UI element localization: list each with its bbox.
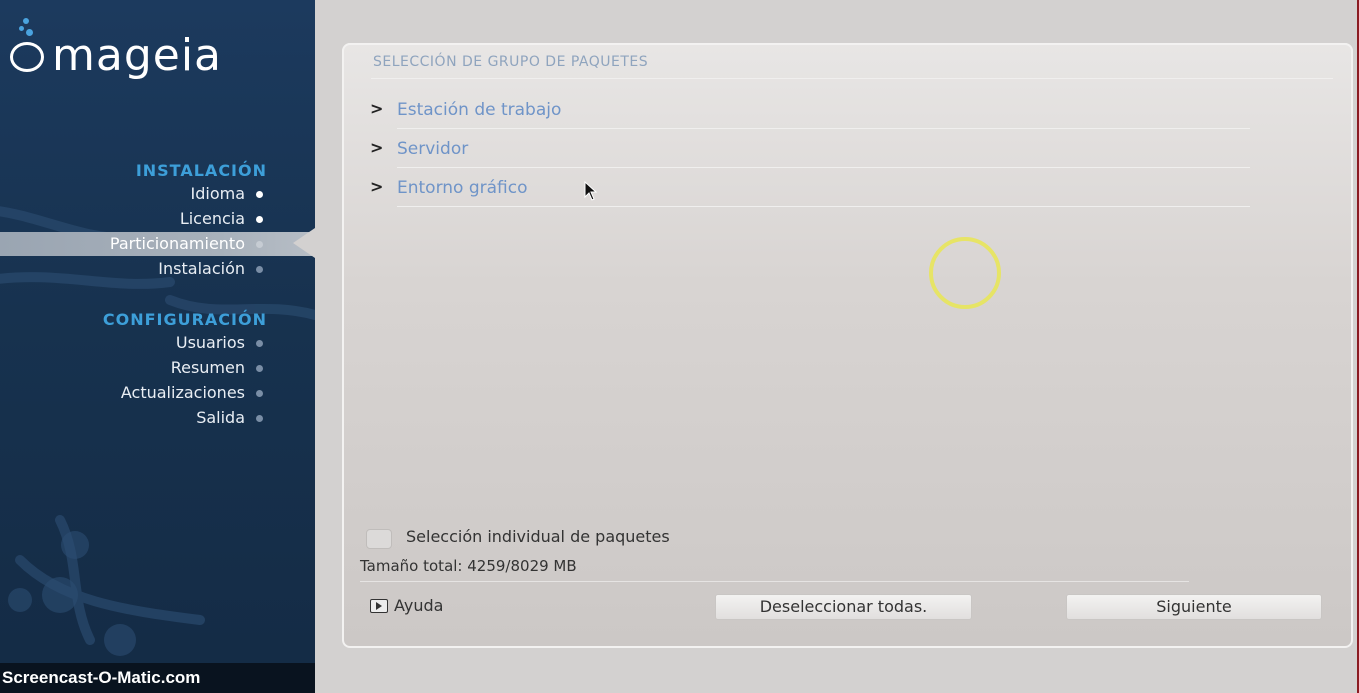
section-title-configuration: CONFIGURACIÓN [102, 310, 267, 329]
individual-selection-label[interactable]: Selección individual de paquetes [406, 527, 670, 546]
play-help-icon[interactable] [370, 599, 388, 613]
logo-text: mageia [52, 30, 223, 81]
mouse-pointer-icon [584, 181, 598, 201]
nav-item-label: Usuarios [175, 333, 245, 352]
group-label[interactable]: Entorno gráfico [397, 178, 528, 198]
nav-item-instalacion: Instalación [0, 257, 315, 281]
step-pending-bullet-icon [256, 415, 263, 422]
sidebar: mageia INSTALACIÓN Idioma Licencia Parti… [0, 0, 315, 693]
step-pending-bullet-icon [256, 340, 263, 347]
group-servidor[interactable]: > Servidor [370, 134, 1250, 174]
nav-item-usuarios: Usuarios [0, 331, 315, 355]
divider [397, 206, 1250, 207]
nav-item-particionamiento: Particionamiento [0, 232, 315, 256]
nav-item-resumen: Resumen [0, 356, 315, 380]
nav-item-label: Salida [196, 408, 245, 427]
expander-arrow-icon[interactable]: > [370, 138, 383, 157]
nav-item-actualizaciones: Actualizaciones [0, 381, 315, 405]
individual-selection-checkbox[interactable] [366, 529, 392, 549]
group-label[interactable]: Servidor [397, 139, 468, 159]
divider [397, 128, 1250, 129]
step-pending-bullet-icon [256, 266, 263, 273]
step-done-bullet-icon [256, 191, 263, 198]
divider [397, 167, 1250, 168]
step-pending-bullet-icon [256, 365, 263, 372]
step-current-bullet-icon [256, 241, 263, 248]
nav-item-label: Particionamiento [109, 234, 245, 253]
active-step-pointer-icon [293, 228, 315, 258]
mageia-logo: mageia [8, 14, 308, 84]
nav-item-licencia: Licencia [0, 207, 315, 231]
step-pending-bullet-icon [256, 390, 263, 397]
nav-item-label: Licencia [179, 209, 245, 228]
section-title-installation: INSTALACIÓN [135, 161, 267, 180]
nav-item-label: Resumen [170, 358, 245, 377]
step-done-bullet-icon [256, 216, 263, 223]
deselect-all-button[interactable]: Deseleccionar todas. [715, 594, 972, 620]
logo-cauldron-icon [10, 42, 44, 72]
divider [371, 78, 1333, 79]
group-estacion-de-trabajo[interactable]: > Estación de trabajo [370, 95, 1250, 135]
next-button[interactable]: Siguiente [1066, 594, 1322, 620]
package-group-panel: SELECCIÓN DE GRUPO DE PAQUETES > Estació… [342, 43, 1353, 648]
group-entorno-grafico[interactable]: > Entorno gráfico [370, 173, 1250, 213]
nav-item-label: Idioma [190, 184, 246, 203]
divider [360, 581, 1189, 582]
nav-item-idioma: Idioma [0, 182, 315, 206]
help-label[interactable]: Ayuda [394, 596, 443, 615]
nav-item-label: Actualizaciones [120, 383, 245, 402]
nav-item-label: Instalación [158, 259, 245, 278]
panel-title: SELECCIÓN DE GRUPO DE PAQUETES [373, 54, 649, 70]
screencast-watermark: Screencast-O-Matic.com [0, 663, 315, 693]
click-highlight-ring [929, 237, 1001, 309]
nav-item-salida: Salida [0, 406, 315, 430]
expander-arrow-icon[interactable]: > [370, 177, 383, 196]
group-label[interactable]: Estación de trabajo [397, 100, 561, 120]
expander-arrow-icon[interactable]: > [370, 99, 383, 118]
total-size-text: Tamaño total: 4259/8029 MB [360, 557, 577, 575]
